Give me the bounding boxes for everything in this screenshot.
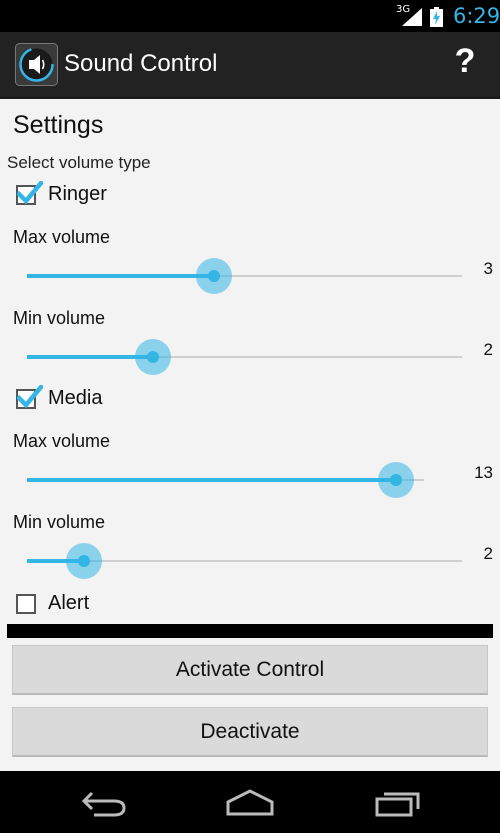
settings-panel: Settings Select volume type Ringer Max v… [0, 99, 500, 771]
clock: 6:29 [453, 4, 500, 28]
navigation-bar [0, 771, 500, 833]
slider-thumb-dot [208, 270, 220, 282]
settings-title: Settings [13, 111, 104, 139]
slider-fill [27, 274, 214, 278]
help-button[interactable]: ? [448, 42, 482, 86]
recent-apps-icon[interactable] [374, 787, 422, 819]
divider [7, 624, 493, 638]
media-min-volume-label: Min volume [13, 512, 106, 532]
ringer-min-volume-value: 2 [483, 340, 493, 359]
back-icon[interactable] [80, 787, 128, 819]
action-bar: Sound Control ? [0, 32, 500, 99]
battery-charging-icon [430, 7, 443, 27]
ringer-max-volume-value: 3 [483, 259, 493, 278]
slider-thumb-dot [78, 555, 90, 567]
ringer-min-volume-slider[interactable] [27, 339, 462, 375]
media-min-volume-value: 2 [483, 544, 493, 563]
slider-thumb-dot [147, 351, 159, 363]
status-bar: 3G 6:29 [0, 0, 500, 32]
select-volume-type-label: Select volume type [7, 153, 151, 172]
ringer-label: Ringer [48, 183, 107, 205]
ringer-max-volume-slider[interactable] [27, 258, 462, 294]
checkbox-box[interactable] [16, 181, 43, 205]
checkmark-icon [17, 181, 43, 205]
media-max-volume-label: Max volume [13, 431, 111, 451]
checkbox-box[interactable] [16, 385, 43, 409]
app-speaker-icon [15, 43, 58, 86]
alert-label: Alert [48, 592, 90, 614]
media-min-volume-slider[interactable] [27, 543, 462, 579]
ringer-min-volume-label: Min volume [13, 308, 106, 328]
slider-thumb-dot [390, 474, 402, 486]
checkmark-icon [17, 385, 43, 409]
activate-control-button[interactable]: Activate Control [12, 645, 488, 695]
home-icon[interactable] [225, 787, 275, 819]
checkbox-box[interactable] [16, 594, 36, 614]
media-max-volume-slider[interactable] [27, 462, 424, 498]
slider-fill [27, 478, 396, 482]
app-title: Sound Control [64, 50, 218, 77]
ringer-max-volume-label: Max volume [13, 227, 111, 247]
media-max-volume-value: 13 [474, 463, 493, 482]
deactivate-button[interactable]: Deactivate [12, 707, 488, 757]
media-label: Media [48, 387, 103, 409]
signal-icon [402, 8, 422, 26]
